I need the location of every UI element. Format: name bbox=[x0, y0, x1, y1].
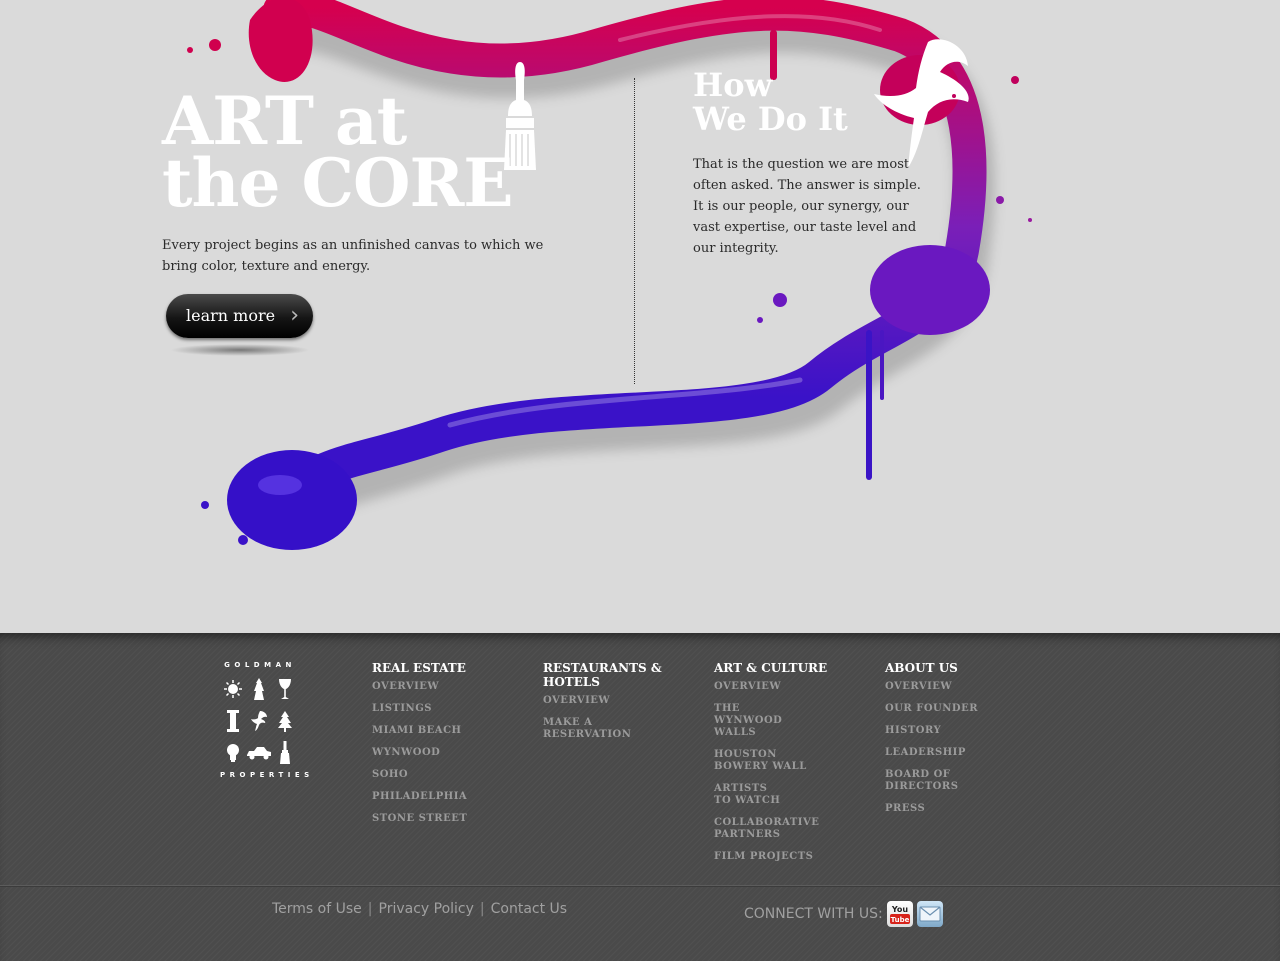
footer-link[interactable]: MAKE A RESERVATION bbox=[543, 717, 647, 741]
car-icon bbox=[247, 747, 271, 760]
footer-link[interactable]: ARTISTS TO WATCH bbox=[714, 783, 786, 807]
separator: | bbox=[479, 901, 485, 917]
logo-icon-grid bbox=[220, 673, 300, 769]
footer-link[interactable]: HOUSTON BOWERY WALL bbox=[714, 749, 810, 773]
email-icon[interactable] bbox=[916, 901, 943, 927]
footer-link[interactable]: OVERVIEW bbox=[372, 681, 502, 693]
column-icon bbox=[227, 710, 239, 732]
footer-link[interactable]: STONE STREET bbox=[372, 813, 502, 825]
sun-icon bbox=[224, 680, 242, 698]
hero-section: ART at the CORE Every project begins as … bbox=[0, 0, 1280, 633]
footer-col-real-estate: REAL ESTATE OVERVIEW LISTINGS MIAMI BEAC… bbox=[372, 661, 502, 835]
youtube-icon[interactable]: You Tube bbox=[886, 901, 913, 927]
wine-glass-icon bbox=[279, 679, 291, 699]
connect-label: CONNECT WITH US: bbox=[744, 906, 883, 922]
logo-bottom-text: PROPERTIES bbox=[220, 771, 314, 779]
footer-link[interactable]: LEADERSHIP bbox=[885, 747, 989, 759]
footer-link[interactable]: HISTORY bbox=[885, 725, 989, 737]
footer-link[interactable]: OVERVIEW bbox=[714, 681, 818, 693]
bird-icon bbox=[251, 711, 267, 731]
learn-more-label: learn more bbox=[186, 306, 276, 325]
footer: GOLDMAN PROPERTIES REAL ESTATE OVERVIEW … bbox=[0, 633, 1280, 961]
chevron-right-icon: › bbox=[290, 303, 299, 328]
footer-col-restaurants: RESTAURANTS & HOTELS OVERVIEW MAKE A RES… bbox=[543, 661, 668, 751]
side-title-line1: How bbox=[693, 66, 773, 104]
figure-icon bbox=[254, 678, 264, 700]
tree-icon bbox=[278, 711, 292, 732]
footer-heading-art-culture[interactable]: ART & CULTURE bbox=[714, 661, 844, 675]
footer-link[interactable]: OVERVIEW bbox=[543, 695, 647, 707]
footer-col-about-us: ABOUT US OVERVIEW OUR FOUNDER HISTORY LE… bbox=[885, 661, 1015, 825]
youtube-icon-graphic: You Tube bbox=[889, 905, 910, 924]
footer-divider bbox=[0, 885, 1280, 887]
hero-title-line1: ART at bbox=[162, 82, 407, 160]
learn-more-button[interactable]: learn more › bbox=[166, 294, 313, 338]
footer-link[interactable]: FILM PROJECTS bbox=[714, 851, 818, 863]
footer-link[interactable]: WYNWOOD bbox=[372, 747, 502, 759]
legal-links: Terms of Use | Privacy Policy | Contact Us bbox=[272, 901, 567, 917]
footer-link[interactable]: BOARD OF DIRECTORS bbox=[885, 769, 965, 793]
footer-link[interactable]: OUR FOUNDER bbox=[885, 703, 989, 715]
footer-link[interactable]: COLLABORATIVE PARTNERS bbox=[714, 817, 819, 841]
youtube-text-tube: Tube bbox=[890, 916, 909, 924]
separator: | bbox=[367, 901, 373, 917]
bird-illustration bbox=[874, 39, 969, 168]
footer-heading-about-us[interactable]: ABOUT US bbox=[885, 661, 1015, 675]
footer-link[interactable]: PRESS bbox=[885, 803, 989, 815]
terms-of-use-link[interactable]: Terms of Use bbox=[272, 901, 362, 917]
envelope-graphic bbox=[919, 906, 941, 922]
contact-us-link[interactable]: Contact Us bbox=[491, 901, 567, 917]
footer-link[interactable]: THE WYNWOOD WALLS bbox=[714, 703, 784, 739]
hero-title-line2: the CORE bbox=[162, 144, 514, 222]
footer-link[interactable]: OVERVIEW bbox=[885, 681, 989, 693]
how-we-do-it-title: How We Do It bbox=[693, 68, 848, 136]
side-title-line2: We Do It bbox=[693, 100, 848, 138]
connect-with-us: CONNECT WITH US: You Tube bbox=[744, 901, 943, 927]
hero-title: ART at the CORE bbox=[162, 82, 514, 222]
privacy-policy-link[interactable]: Privacy Policy bbox=[379, 901, 474, 917]
footer-heading-real-estate[interactable]: REAL ESTATE bbox=[372, 661, 502, 675]
youtube-text-you: You bbox=[891, 905, 909, 914]
button-shadow bbox=[170, 344, 310, 356]
footer-heading-restaurants[interactable]: RESTAURANTS & HOTELS bbox=[543, 661, 668, 689]
lightbulb-icon bbox=[227, 744, 239, 762]
paintbrush-icon bbox=[280, 741, 290, 764]
footer-link[interactable]: MIAMI BEACH bbox=[372, 725, 502, 737]
goldman-properties-logo[interactable]: GOLDMAN PROPERTIES bbox=[220, 661, 314, 779]
vertical-divider bbox=[634, 78, 635, 384]
logo-top-text: GOLDMAN bbox=[224, 661, 296, 669]
footer-link[interactable]: LISTINGS bbox=[372, 703, 502, 715]
footer-col-art-culture: ART & CULTURE OVERVIEW THE WYNWOOD WALLS… bbox=[714, 661, 844, 873]
footer-link[interactable]: SOHO bbox=[372, 769, 502, 781]
footer-link[interactable]: PHILADELPHIA bbox=[372, 791, 502, 803]
hero-intro-text: Every project begins as an unfinished ca… bbox=[162, 238, 544, 274]
